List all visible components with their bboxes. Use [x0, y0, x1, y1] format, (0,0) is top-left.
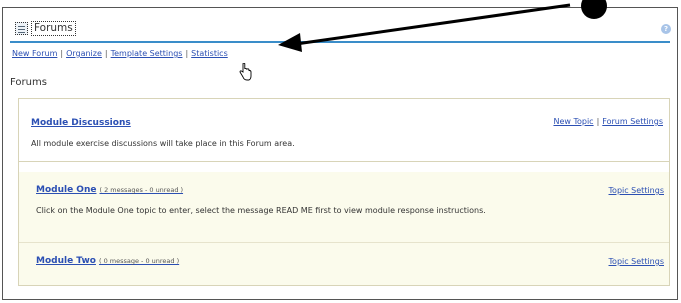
- forums-icon: [15, 22, 28, 35]
- statistics-link[interactable]: Statistics: [191, 49, 228, 58]
- forums-window: Forums ? New Forum | Organize | Template Set…: [2, 7, 678, 300]
- forum-actions: New Topic | Forum Settings: [553, 117, 663, 126]
- new-topic-link[interactable]: New Topic: [553, 117, 593, 126]
- title-divider: [10, 41, 670, 43]
- page-title: Forums: [31, 21, 76, 36]
- forum-description: All module exercise discussions will tak…: [31, 139, 295, 148]
- topic-title-link[interactable]: Module One( 2 messages - 0 unread ): [36, 185, 183, 195]
- forum-title-link[interactable]: Module Discussions: [31, 118, 131, 128]
- forum-panel: Module Discussions All module exercise d…: [18, 98, 670, 286]
- forum-header: Module Discussions All module exercise d…: [19, 99, 669, 162]
- topic-settings-link[interactable]: Topic Settings: [609, 186, 664, 195]
- template-settings-link[interactable]: Template Settings: [111, 49, 183, 58]
- toolbar-separator: |: [60, 49, 64, 58]
- topic-title-text[interactable]: Module One: [36, 185, 96, 195]
- forum-settings-link[interactable]: Forum Settings: [602, 117, 663, 126]
- new-forum-link[interactable]: New Forum: [12, 49, 57, 58]
- toolbar: New Forum | Organize | Template Settings | Sta…: [12, 49, 228, 58]
- topic-title-text[interactable]: Module Two: [36, 256, 96, 266]
- topic-message-count: ( 0 message - 0 unread ): [98, 257, 180, 265]
- toolbar-separator: |: [104, 49, 108, 58]
- topic-title-link[interactable]: Module Two( 0 message - 0 unread ): [36, 256, 179, 266]
- toolbar-separator: |: [185, 49, 189, 58]
- topic-row: Module Two( 0 message - 0 unread ) Topic…: [19, 243, 669, 285]
- title-bar: Forums ?: [3, 8, 677, 45]
- help-icon[interactable]: ?: [661, 24, 671, 34]
- topic-row: Module One( 2 messages - 0 unread ) Topi…: [19, 172, 669, 243]
- topic-message-count: ( 2 messages - 0 unread ): [99, 186, 184, 194]
- topic-settings-link[interactable]: Topic Settings: [609, 257, 664, 266]
- section-title: Forums: [10, 77, 47, 88]
- hand-cursor-icon: [239, 63, 252, 81]
- topic-description: Click on the Module One topic to enter, …: [36, 206, 486, 215]
- forum-actions-separator: |: [596, 117, 600, 126]
- organize-link[interactable]: Organize: [66, 49, 102, 58]
